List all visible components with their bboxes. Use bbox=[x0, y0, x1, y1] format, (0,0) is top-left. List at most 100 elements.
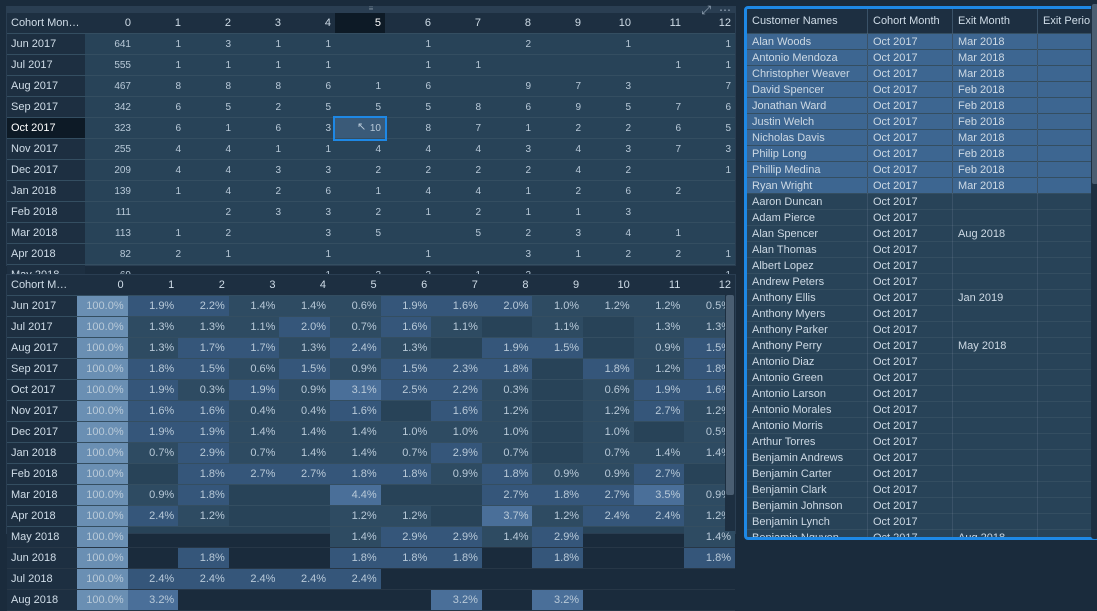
cohort-pct-cell[interactable]: 0.9% bbox=[583, 464, 634, 485]
cohort-value-cell[interactable]: 1 bbox=[135, 223, 185, 244]
cohort-pct-cell[interactable] bbox=[482, 548, 533, 569]
cohort-value-cell[interactable]: 1 bbox=[285, 244, 335, 265]
cohort-value-cell[interactable]: 113 bbox=[85, 223, 135, 244]
cohort-pct-cell[interactable]: 100.0% bbox=[77, 380, 128, 401]
cohort-pct-cell[interactable]: 1.1% bbox=[229, 317, 280, 338]
cohort-value-cell[interactable]: 1 bbox=[285, 34, 335, 55]
cohort-pct-cell[interactable] bbox=[279, 506, 330, 527]
cohort-pct-cell[interactable]: 100.0% bbox=[77, 485, 128, 506]
cohort-value-cell[interactable]: 4 bbox=[135, 139, 185, 160]
table-row[interactable]: Antonio DiazOct 2017 bbox=[747, 354, 1097, 370]
cohort-row-label[interactable]: Nov 2017 bbox=[7, 139, 85, 160]
period-header[interactable]: 3 bbox=[229, 275, 280, 296]
cohort-value-cell[interactable]: 2 bbox=[635, 244, 685, 265]
period-header[interactable]: 10 bbox=[585, 13, 635, 34]
cohort-pct-cell[interactable] bbox=[532, 359, 583, 380]
cohort-pct-cell[interactable]: 0.7% bbox=[583, 443, 634, 464]
cohort-value-cell[interactable]: 2 bbox=[335, 202, 385, 223]
cohort-pct-cell[interactable]: 1.8% bbox=[178, 548, 229, 569]
scrollbar-vertical[interactable] bbox=[725, 295, 735, 531]
cohort-pct-cell[interactable]: 1.4% bbox=[634, 443, 685, 464]
cohort-row-label[interactable]: Nov 2017 bbox=[7, 401, 77, 422]
cohort-pct-cell[interactable]: 2.0% bbox=[482, 296, 533, 317]
cohort-pct-cell[interactable] bbox=[381, 569, 432, 590]
cohort-pct-cell[interactable]: 2.7% bbox=[279, 464, 330, 485]
cohort-row-label[interactable]: Sep 2017 bbox=[7, 359, 77, 380]
cohort-row-label[interactable]: Jan 2018 bbox=[7, 181, 85, 202]
table-row[interactable]: Nicholas DavisOct 2017Mar 20185 bbox=[747, 130, 1097, 146]
cohort-row-label[interactable]: Jul 2017 bbox=[7, 55, 85, 76]
table-row[interactable]: Jonathan WardOct 2017Feb 20185 bbox=[747, 98, 1097, 114]
cohort-pct-cell[interactable]: 0.7% bbox=[482, 443, 533, 464]
cohort-pct-cell[interactable] bbox=[583, 527, 634, 548]
cohort-pct-cell[interactable]: 1.9% bbox=[482, 338, 533, 359]
cohort-pct-cell[interactable] bbox=[128, 464, 179, 485]
cohort-value-cell[interactable]: 323 bbox=[85, 118, 135, 139]
cohort-pct-cell[interactable]: 0.4% bbox=[229, 401, 280, 422]
cohort-value-cell[interactable]: 1 bbox=[585, 34, 635, 55]
cohort-pct-cell[interactable]: 1.5% bbox=[178, 359, 229, 380]
period-header[interactable]: 4 bbox=[279, 275, 330, 296]
cohort-value-cell[interactable]: 2 bbox=[385, 160, 435, 181]
cohort-value-cell[interactable]: 3 bbox=[485, 139, 535, 160]
cohort-pct-cell[interactable]: 1.9% bbox=[128, 422, 179, 443]
cohort-value-cell[interactable]: 6 bbox=[485, 97, 535, 118]
cohort-pct-cell[interactable]: 1.8% bbox=[684, 548, 735, 569]
cohort-value-cell[interactable]: 2 bbox=[535, 118, 585, 139]
cohort-pct-cell[interactable]: 1.6% bbox=[431, 296, 482, 317]
cohort-value-cell[interactable] bbox=[385, 223, 435, 244]
cohort-value-cell[interactable]: 6 bbox=[685, 97, 735, 118]
cohort-pct-cell[interactable]: 3.2% bbox=[128, 590, 179, 611]
period-header[interactable]: 0 bbox=[85, 13, 135, 34]
cohort-pct-cell[interactable] bbox=[482, 590, 533, 611]
cohort-pct-cell[interactable]: 100.0% bbox=[77, 401, 128, 422]
cohort-pct-cell[interactable]: 1.0% bbox=[583, 422, 634, 443]
cohort-value-cell[interactable]: 4 bbox=[535, 160, 585, 181]
cohort-pct-cell[interactable] bbox=[279, 527, 330, 548]
cohort-row-label[interactable]: Jan 2018 bbox=[7, 443, 77, 464]
cohort-pct-cell[interactable]: 1.7% bbox=[178, 338, 229, 359]
cohort-value-cell[interactable]: 6 bbox=[585, 181, 635, 202]
cohort-pct-cell[interactable]: 100.0% bbox=[77, 359, 128, 380]
period-header[interactable]: 9 bbox=[535, 13, 585, 34]
cohort-value-cell[interactable]: 10↖ bbox=[335, 118, 385, 139]
period-header[interactable]: 11 bbox=[635, 13, 685, 34]
cohort-row-label[interactable]: Sep 2017 bbox=[7, 97, 85, 118]
cohort-value-cell[interactable]: 2 bbox=[235, 97, 285, 118]
table-row[interactable]: Ryan WrightOct 2017Mar 20185 bbox=[747, 178, 1097, 194]
cohort-pct-cell[interactable]: 1.2% bbox=[634, 359, 685, 380]
cohort-row-label[interactable]: Jul 2018 bbox=[7, 569, 77, 590]
table-row[interactable]: Benjamin NguyenOct 2017Aug 2018 bbox=[747, 530, 1097, 541]
cohort-pct-cell[interactable]: 1.2% bbox=[178, 506, 229, 527]
cohort-row-label[interactable]: Aug 2017 bbox=[7, 76, 85, 97]
table-row[interactable]: Alan WoodsOct 2017Mar 20185 bbox=[747, 34, 1097, 50]
cohort-value-cell[interactable]: 209 bbox=[85, 160, 135, 181]
cohort-pct-matrix[interactable]: Cohort M…0123456789101112Jun 2017100.0%1… bbox=[6, 274, 736, 534]
cohort-value-cell[interactable]: 1 bbox=[435, 55, 485, 76]
cohort-value-cell[interactable]: 1 bbox=[685, 244, 735, 265]
cohort-value-cell[interactable]: 139 bbox=[85, 181, 135, 202]
cohort-pct-cell[interactable] bbox=[431, 485, 482, 506]
cohort-value-cell[interactable]: 1 bbox=[485, 118, 535, 139]
cohort-pct-cell[interactable]: 1.3% bbox=[634, 317, 685, 338]
cohort-value-cell[interactable] bbox=[635, 202, 685, 223]
period-header[interactable]: 3 bbox=[235, 13, 285, 34]
cohort-row-label[interactable]: Dec 2017 bbox=[7, 422, 77, 443]
cohort-value-cell[interactable]: 4 bbox=[385, 181, 435, 202]
cohort-value-cell[interactable] bbox=[135, 202, 185, 223]
cohort-pct-cell[interactable]: 1.9% bbox=[381, 296, 432, 317]
cohort-pct-cell[interactable] bbox=[279, 485, 330, 506]
cohort-value-cell[interactable] bbox=[685, 202, 735, 223]
period-header[interactable]: 2 bbox=[185, 13, 235, 34]
cohort-pct-cell[interactable]: 1.9% bbox=[229, 380, 280, 401]
cohort-value-cell[interactable]: 111 bbox=[85, 202, 135, 223]
cohort-row-label[interactable]: Mar 2018 bbox=[7, 223, 85, 244]
cohort-value-cell[interactable]: 2 bbox=[185, 202, 235, 223]
cohort-value-cell[interactable] bbox=[335, 244, 385, 265]
table-row[interactable]: Aaron DuncanOct 2017 bbox=[747, 194, 1097, 210]
cohort-value-cell[interactable]: 1 bbox=[535, 244, 585, 265]
cohort-pct-cell[interactable]: 1.3% bbox=[178, 317, 229, 338]
table-row[interactable]: Antonio MoralesOct 2017 bbox=[747, 402, 1097, 418]
cohort-value-cell[interactable]: 3 bbox=[285, 202, 335, 223]
table-row[interactable]: Benjamin ClarkOct 2017 bbox=[747, 482, 1097, 498]
